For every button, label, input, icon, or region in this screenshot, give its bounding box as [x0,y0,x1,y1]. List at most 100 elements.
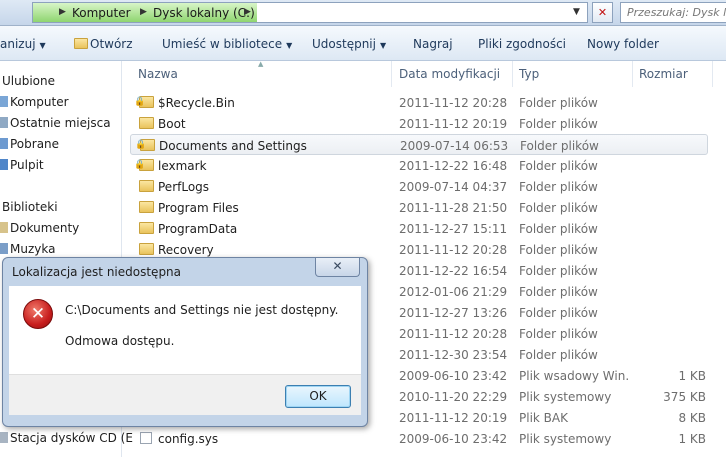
dropdown-arrow-icon: ▼ [286,41,293,50]
ok-button[interactable]: OK [285,385,351,408]
column-header-name[interactable]: Nazwa [138,67,178,81]
column-header-type[interactable]: Typ [519,67,539,81]
cell-date: 2009-07-14 04:37 [399,180,508,194]
cell-size: 375 KB [663,390,706,404]
cell-type: Plik systemowy [519,432,612,446]
folder-icon [139,243,154,255]
cell-type: Plik BAK [519,411,568,425]
dropdown-arrow-icon: ▼ [379,41,387,50]
cell-date: 2011-11-12 20:28 [399,243,508,257]
cell-name: Documents and Settings [159,139,307,153]
nav-label: Pulpit [10,158,44,172]
column-divider[interactable] [712,61,713,87]
breadcrumb-arrow-icon[interactable]: ▶ [140,7,147,17]
documents-icon [0,222,8,233]
cell-type: Folder plików [519,348,598,362]
cell-type: Folder plików [519,327,598,341]
column-header-date[interactable]: Data modyfikacji [399,67,500,81]
breadcrumb-drive[interactable]: Dysk lokalny (C:) [153,6,255,20]
table-row[interactable]: Program Files 2011-11-28 21:50 Folder plik… [130,197,708,218]
nav-item-computer[interactable]: Komputer [0,95,69,109]
computer-icon [0,96,8,107]
column-divider[interactable] [512,61,513,87]
breadcrumb-computer[interactable]: Komputer [72,6,131,20]
cell-date: 2011-11-12 20:28 [399,96,508,110]
table-row[interactable]: 🔒 lexmark 2011-12-22 16:48 Folder plików [130,155,708,176]
dropdown-arrow-icon: ▼ [39,41,46,50]
table-row[interactable]: ProgramData 2011-12-27 15:11 Folder plików [130,218,708,239]
downloads-icon [0,138,8,149]
cell-name: config.sys [158,432,219,446]
nav-item-documents[interactable]: Dokumenty [0,221,79,235]
stop-button[interactable]: ✕ [592,2,613,23]
search-input[interactable]: Przeszukaj: Dysk lo [620,2,726,23]
include-library-button[interactable]: Umieść w bibliotece ▼ [162,37,292,51]
cell-size: 8 KB [678,411,706,425]
nav-label: Muzyka [10,242,56,256]
column-header-size[interactable]: Rozmiar [639,67,688,81]
cell-type: Folder plików [519,180,598,194]
cell-name: Boot [158,117,186,131]
nav-item-downloads[interactable]: Pobrane [0,137,59,151]
table-row[interactable]: config.sys 2009-06-10 23:42 Plik systemowy… [130,428,708,449]
lock-icon: 🔒 [135,140,147,150]
cell-type: Folder plików [519,285,598,299]
nav-item-music[interactable]: Muzyka [0,242,55,256]
cell-type: Folder plików [519,159,598,173]
dialog-title: Lokalizacja jest niedostępna [12,265,182,279]
cell-date: 2012-01-06 21:29 [399,285,508,299]
cell-date: 2009-06-10 23:42 [399,432,508,446]
column-divider[interactable] [391,61,392,87]
nav-label: Komputer [10,95,69,109]
folder-icon [74,38,88,49]
column-divider[interactable] [632,61,633,87]
cell-type: Folder plików [520,139,599,153]
address-bar[interactable]: ▶ Komputer ▶ Dysk lokalny (C:) ▶ ▼ [32,2,588,23]
cell-date: 2011-12-27 13:26 [399,306,508,320]
open-button[interactable]: Otwórz [74,37,133,51]
favorites-header[interactable]: Ulubione [2,74,55,88]
cell-date: 2009-06-10 23:42 [399,369,508,383]
cell-type: Folder plików [519,243,598,257]
cell-name: Program Files [158,201,239,215]
organize-label: anizuj [0,37,36,51]
command-bar: anizuj ▼ Otwórz Umieść w bibliotece ▼ Udos… [0,26,726,61]
cell-type: Folder plików [519,117,598,131]
libraries-header[interactable]: Biblioteki [2,200,58,214]
cell-date: 2011-12-30 23:54 [399,348,508,362]
new-folder-button[interactable]: Nowy folder [587,37,659,51]
dialog-detail: Odmowa dostępu. [65,334,175,348]
music-icon [0,243,8,254]
table-row[interactable]: 🔒 $Recycle.Bin 2011-11-12 20:28 Folder plik… [130,92,708,113]
nav-item-cd-drive[interactable]: Stacja dysków CD (E [0,431,133,445]
cell-type: Folder plików [519,306,598,320]
cell-date: 2011-11-12 20:19 [399,117,508,131]
cell-type: Folder plików [519,222,598,236]
address-dropdown-icon[interactable]: ▼ [573,7,580,17]
share-button[interactable]: Udostępnij ▼ [312,37,386,51]
cell-date: 2009-07-14 06:53 [400,139,509,153]
breadcrumb-arrow-icon[interactable]: ▶ [244,7,251,17]
cell-date: 2011-12-22 16:48 [399,159,508,173]
table-row[interactable]: Boot 2011-11-12 20:19 Folder plików [130,113,708,134]
burn-button[interactable]: Nagraj [413,37,453,51]
cell-date: 2011-12-22 16:54 [399,264,508,278]
nav-label: Pobrane [10,137,60,151]
nav-item-desktop[interactable]: Pulpit [0,158,44,172]
cd-drive-icon [0,432,8,443]
breadcrumb-arrow-icon[interactable]: ▶ [59,7,66,17]
table-row[interactable]: PerfLogs 2009-07-14 04:37 Folder plików [130,176,708,197]
cell-name: PerfLogs [158,180,210,194]
table-row[interactable]: 🔒 Documents and Settings 2009-07-14 06:53 F… [130,134,708,155]
compat-files-button[interactable]: Pliki zgodności [478,37,566,51]
dialog-close-button[interactable]: ✕ [315,258,360,277]
open-label: Otwórz [90,37,133,51]
organize-button[interactable]: anizuj ▼ [0,37,46,51]
nav-label: Dokumenty [10,221,80,235]
library-label: Umieść w bibliotece [162,37,283,51]
dialog-footer: OK [9,374,361,415]
lock-icon: 🔒 [134,160,146,170]
nav-item-recent[interactable]: Ostatnie miejsca [0,116,111,130]
folder-icon [139,201,154,213]
cell-name: ProgramData [158,222,238,236]
